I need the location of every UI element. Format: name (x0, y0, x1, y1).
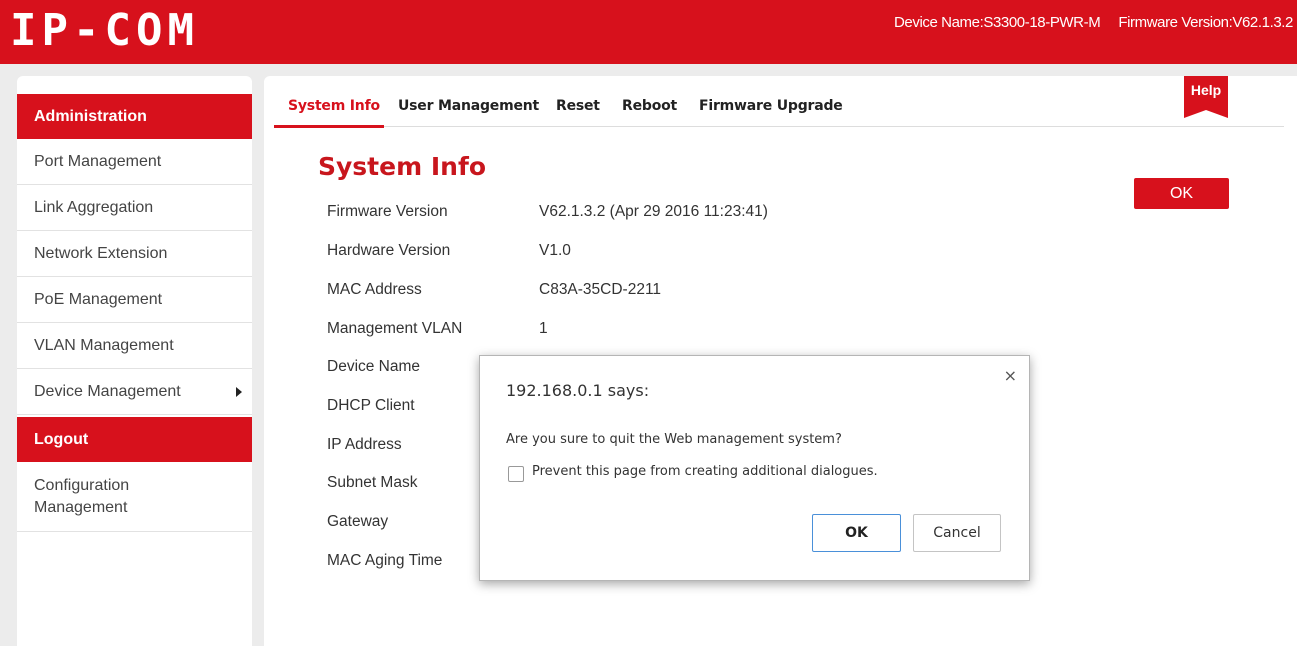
firmware-version-label: Firmware Version:V62.1.3.2 (1118, 14, 1293, 31)
sidebar-item-link-aggregation[interactable]: Link Aggregation (17, 185, 252, 231)
mac-aging-time-label: MAC Aging Time (327, 552, 443, 569)
active-tab-indicator (274, 125, 384, 128)
gateway-label: Gateway (327, 513, 389, 530)
sidebar-item-poe-management[interactable]: PoE Management (17, 277, 252, 323)
dialog-title: 192.168.0.1 says: (506, 381, 650, 400)
hardware-version-label: Hardware Version (327, 242, 451, 259)
sidebar-item-vlan-management[interactable]: VLAN Management (17, 323, 252, 369)
dhcp-client-label: DHCP Client (327, 397, 415, 414)
device-name-row-label: Device Name (327, 358, 421, 375)
tab-user-management[interactable]: User Management (398, 98, 539, 114)
tab-reboot[interactable]: Reboot (622, 98, 677, 114)
dialog-ok-button[interactable]: OK (812, 514, 901, 552)
dialog-cancel-button[interactable]: Cancel (913, 514, 1001, 552)
device-name-label: Device Name:S3300-18-PWR-M (893, 14, 1101, 31)
firmware-version-label: Firmware Version (327, 203, 448, 220)
dialog-message: Are you sure to quit the Web management … (506, 432, 842, 447)
ip-address-label: IP Address (327, 436, 402, 453)
sidebar-logout[interactable]: Logout (17, 417, 252, 462)
top-header: IP-COM Device Name:S3300-18-PWR-M Firmwar… (0, 0, 1297, 64)
tab-reset[interactable]: Reset (556, 98, 600, 114)
management-vlan-label: Management VLAN (327, 320, 463, 337)
management-vlan-value: 1 (539, 320, 548, 337)
brand-logo: IP-COM (10, 5, 199, 56)
sidebar-item-label: Device Management (34, 383, 181, 400)
tab-system-info[interactable]: System Info (288, 98, 380, 114)
sidebar-item-network-extension[interactable]: Network Extension (17, 231, 252, 277)
help-button[interactable]: Help (1184, 76, 1228, 118)
tab-firmware-upgrade[interactable]: Firmware Upgrade (699, 98, 843, 114)
sidebar-item-label-line2: Management (34, 499, 128, 516)
header-info: Device Name:S3300-18-PWR-M Firmware Versi… (894, 14, 1293, 31)
sidebar-item-port-management[interactable]: Port Management (17, 139, 252, 185)
sidebar-item-configuration-management[interactable]: Configuration Management (17, 462, 252, 532)
hardware-version-value: V1.0 (539, 242, 571, 259)
close-icon[interactable]: × (1004, 366, 1017, 385)
sidebar-item-device-management[interactable]: Device Management (17, 369, 252, 415)
sidebar: Administration Port Management Link Aggr… (17, 76, 252, 646)
prevent-dialogs-label[interactable]: Prevent this page from creating addition… (532, 464, 878, 479)
mac-address-label: MAC Address (327, 281, 422, 298)
prevent-dialogs-checkbox[interactable] (508, 466, 524, 482)
subnet-mask-label: Subnet Mask (327, 474, 418, 491)
firmware-version-value: V62.1.3.2 (Apr 29 2016 11:23:41) (539, 203, 768, 220)
confirm-dialog: 192.168.0.1 says: × Are you sure to quit… (479, 355, 1030, 581)
tab-label: System Info (288, 98, 380, 114)
sidebar-section-administration[interactable]: Administration (17, 94, 252, 139)
tab-bar: System Info User Management Reset Reboot… (274, 94, 1284, 128)
submenu-arrow-icon (236, 387, 242, 397)
mac-address-value: C83A-35CD-2211 (539, 281, 662, 298)
page-title: System Info (318, 152, 486, 181)
sidebar-item-label-line1: Configuration (34, 477, 130, 494)
ok-button[interactable]: OK (1134, 178, 1229, 209)
